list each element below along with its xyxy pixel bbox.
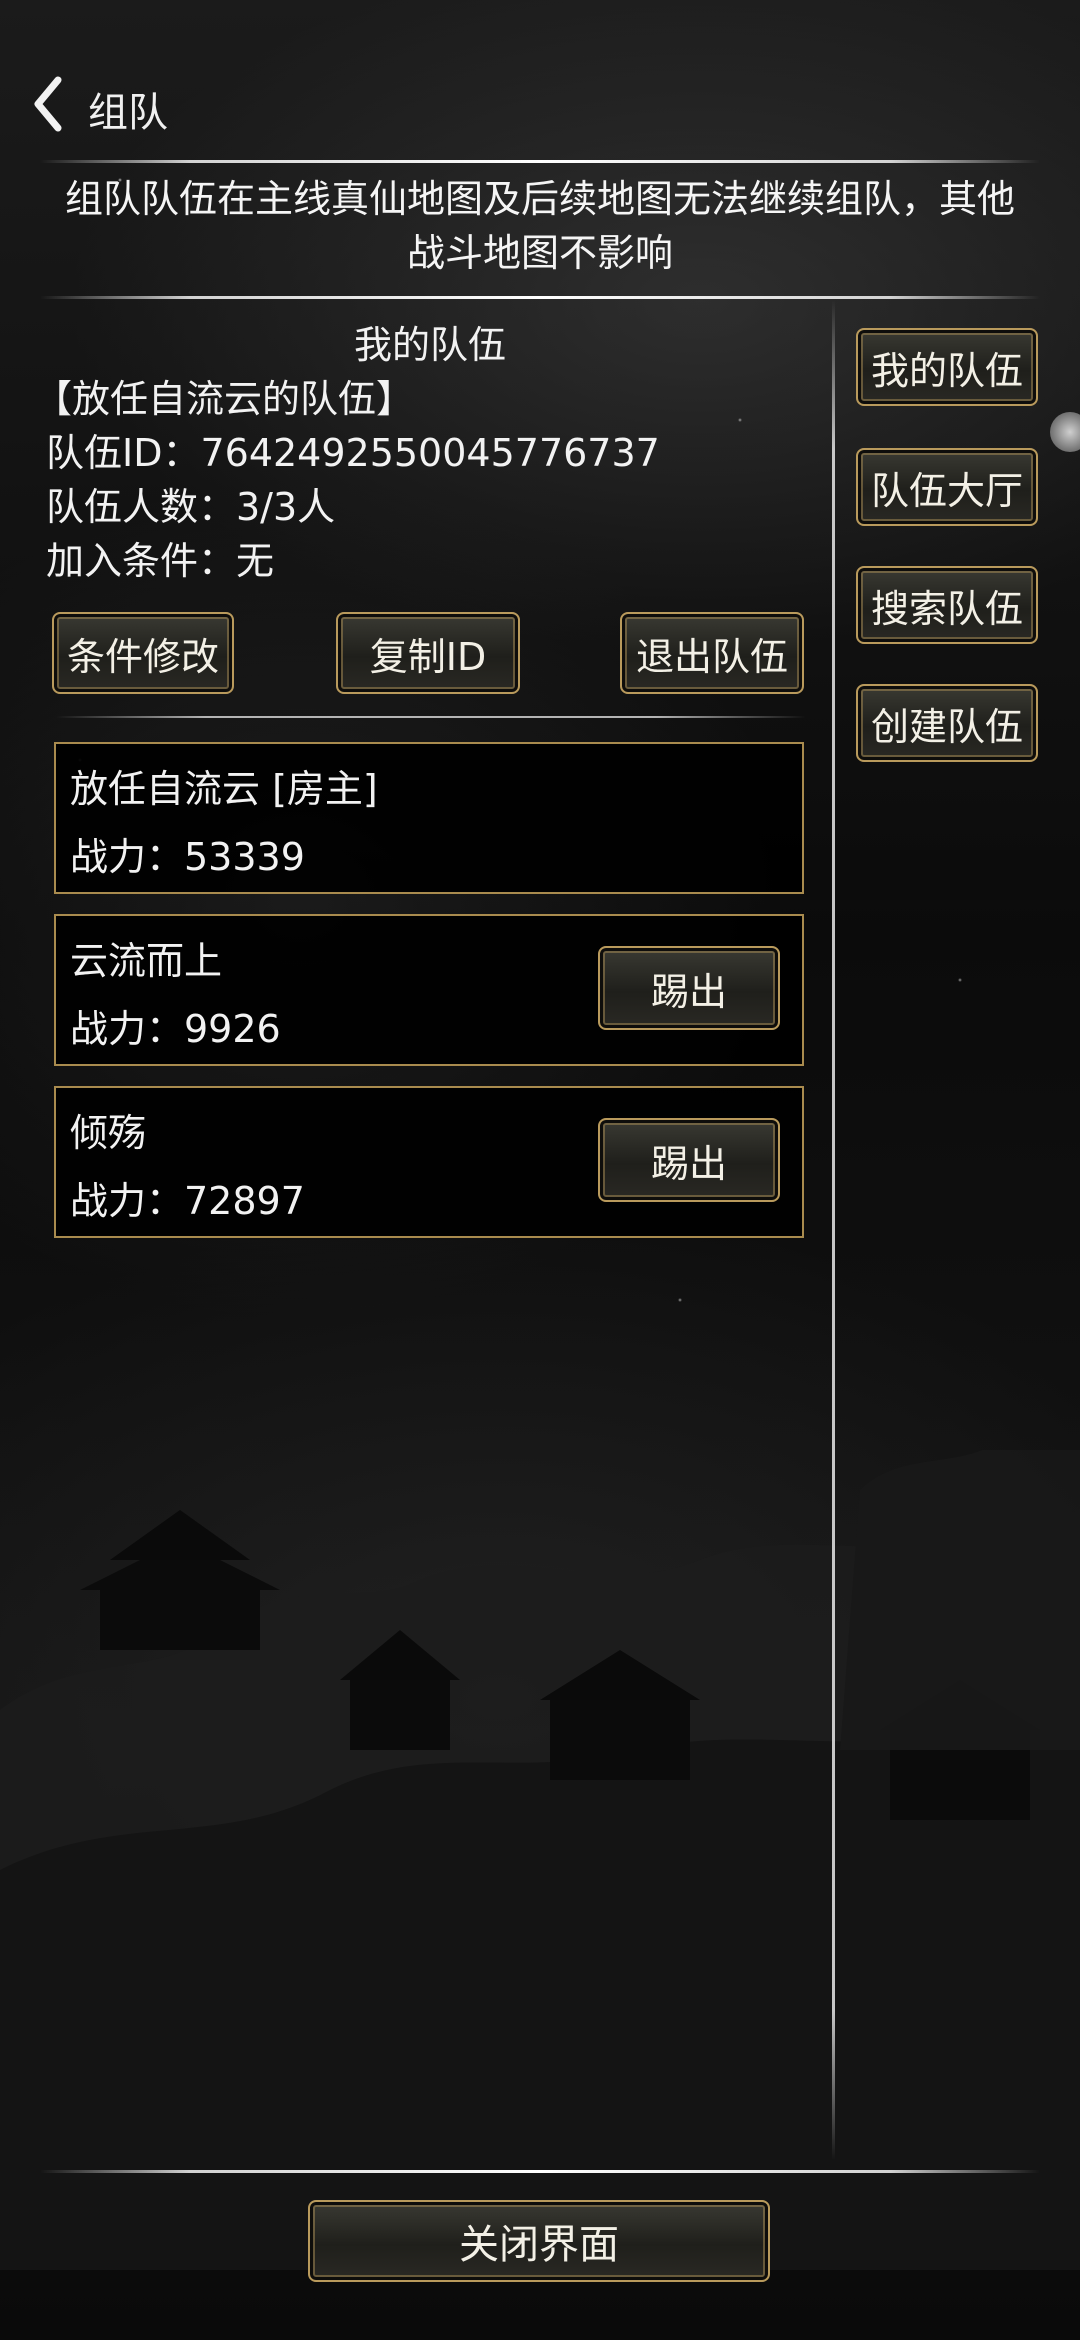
header-divider: [40, 160, 1040, 163]
tab-create-team[interactable]: 创建队伍: [856, 684, 1038, 762]
team-id: 队伍ID：7642492550045776737: [46, 431, 660, 475]
footer-divider: [40, 2170, 1040, 2173]
tab-team-lobby[interactable]: 队伍大厅: [856, 448, 1038, 526]
my-team-info: 我的队伍 【放任自流云的队伍】 队伍ID：7642492550045776737…: [34, 318, 820, 588]
member-power: 战力：53339: [70, 835, 305, 879]
member-card: 放任自流云 [房主] 战力：53339: [54, 742, 804, 894]
team-name: 【放任自流云的队伍】: [34, 377, 415, 421]
join-condition: 加入条件：无: [46, 539, 275, 583]
kick-member-button[interactable]: 踢出: [598, 1118, 780, 1202]
column-divider: [832, 300, 835, 2160]
notice-line-1: 组队队伍在主线真仙地图及后续地图无法继续组队，其他: [64, 177, 1015, 221]
top-bar: 组队: [0, 60, 1080, 150]
team-member-count: 队伍人数：3/3人: [46, 485, 336, 529]
member-name: 放任自流云 [房主]: [70, 767, 378, 811]
mountain-palace-scenery: [0, 1450, 1080, 2270]
chevron-left-icon[interactable]: [28, 74, 68, 134]
my-team-title: 我的队伍: [353, 323, 506, 367]
member-power: 战力：72897: [70, 1179, 305, 1223]
notice-divider: [40, 296, 1040, 299]
notice-line-2: 战斗地图不影响: [406, 231, 673, 275]
edit-condition-button[interactable]: 条件修改: [52, 612, 234, 694]
kick-member-button[interactable]: 踢出: [598, 946, 780, 1030]
member-card: 云流而上 战力：9926 踢出: [54, 914, 804, 1066]
member-card: 倾殇 战力：72897 踢出: [54, 1086, 804, 1238]
page-title: 组队: [88, 90, 168, 136]
close-panel-button[interactable]: 关闭界面: [308, 2200, 770, 2282]
member-name: 云流而上: [70, 939, 223, 983]
tab-my-team[interactable]: 我的队伍: [856, 328, 1038, 406]
member-power: 战力：9926: [70, 1007, 281, 1051]
members-divider: [56, 716, 806, 718]
leave-team-button[interactable]: 退出队伍: [620, 612, 804, 694]
tab-search-team[interactable]: 搜索队伍: [856, 566, 1038, 644]
copy-id-button[interactable]: 复制ID: [336, 612, 520, 694]
member-name: 倾殇: [70, 1111, 147, 1155]
notice-text: 组队队伍在主线真仙地图及后续地图无法继续组队，其他 战斗地图不影响: [30, 172, 1050, 280]
